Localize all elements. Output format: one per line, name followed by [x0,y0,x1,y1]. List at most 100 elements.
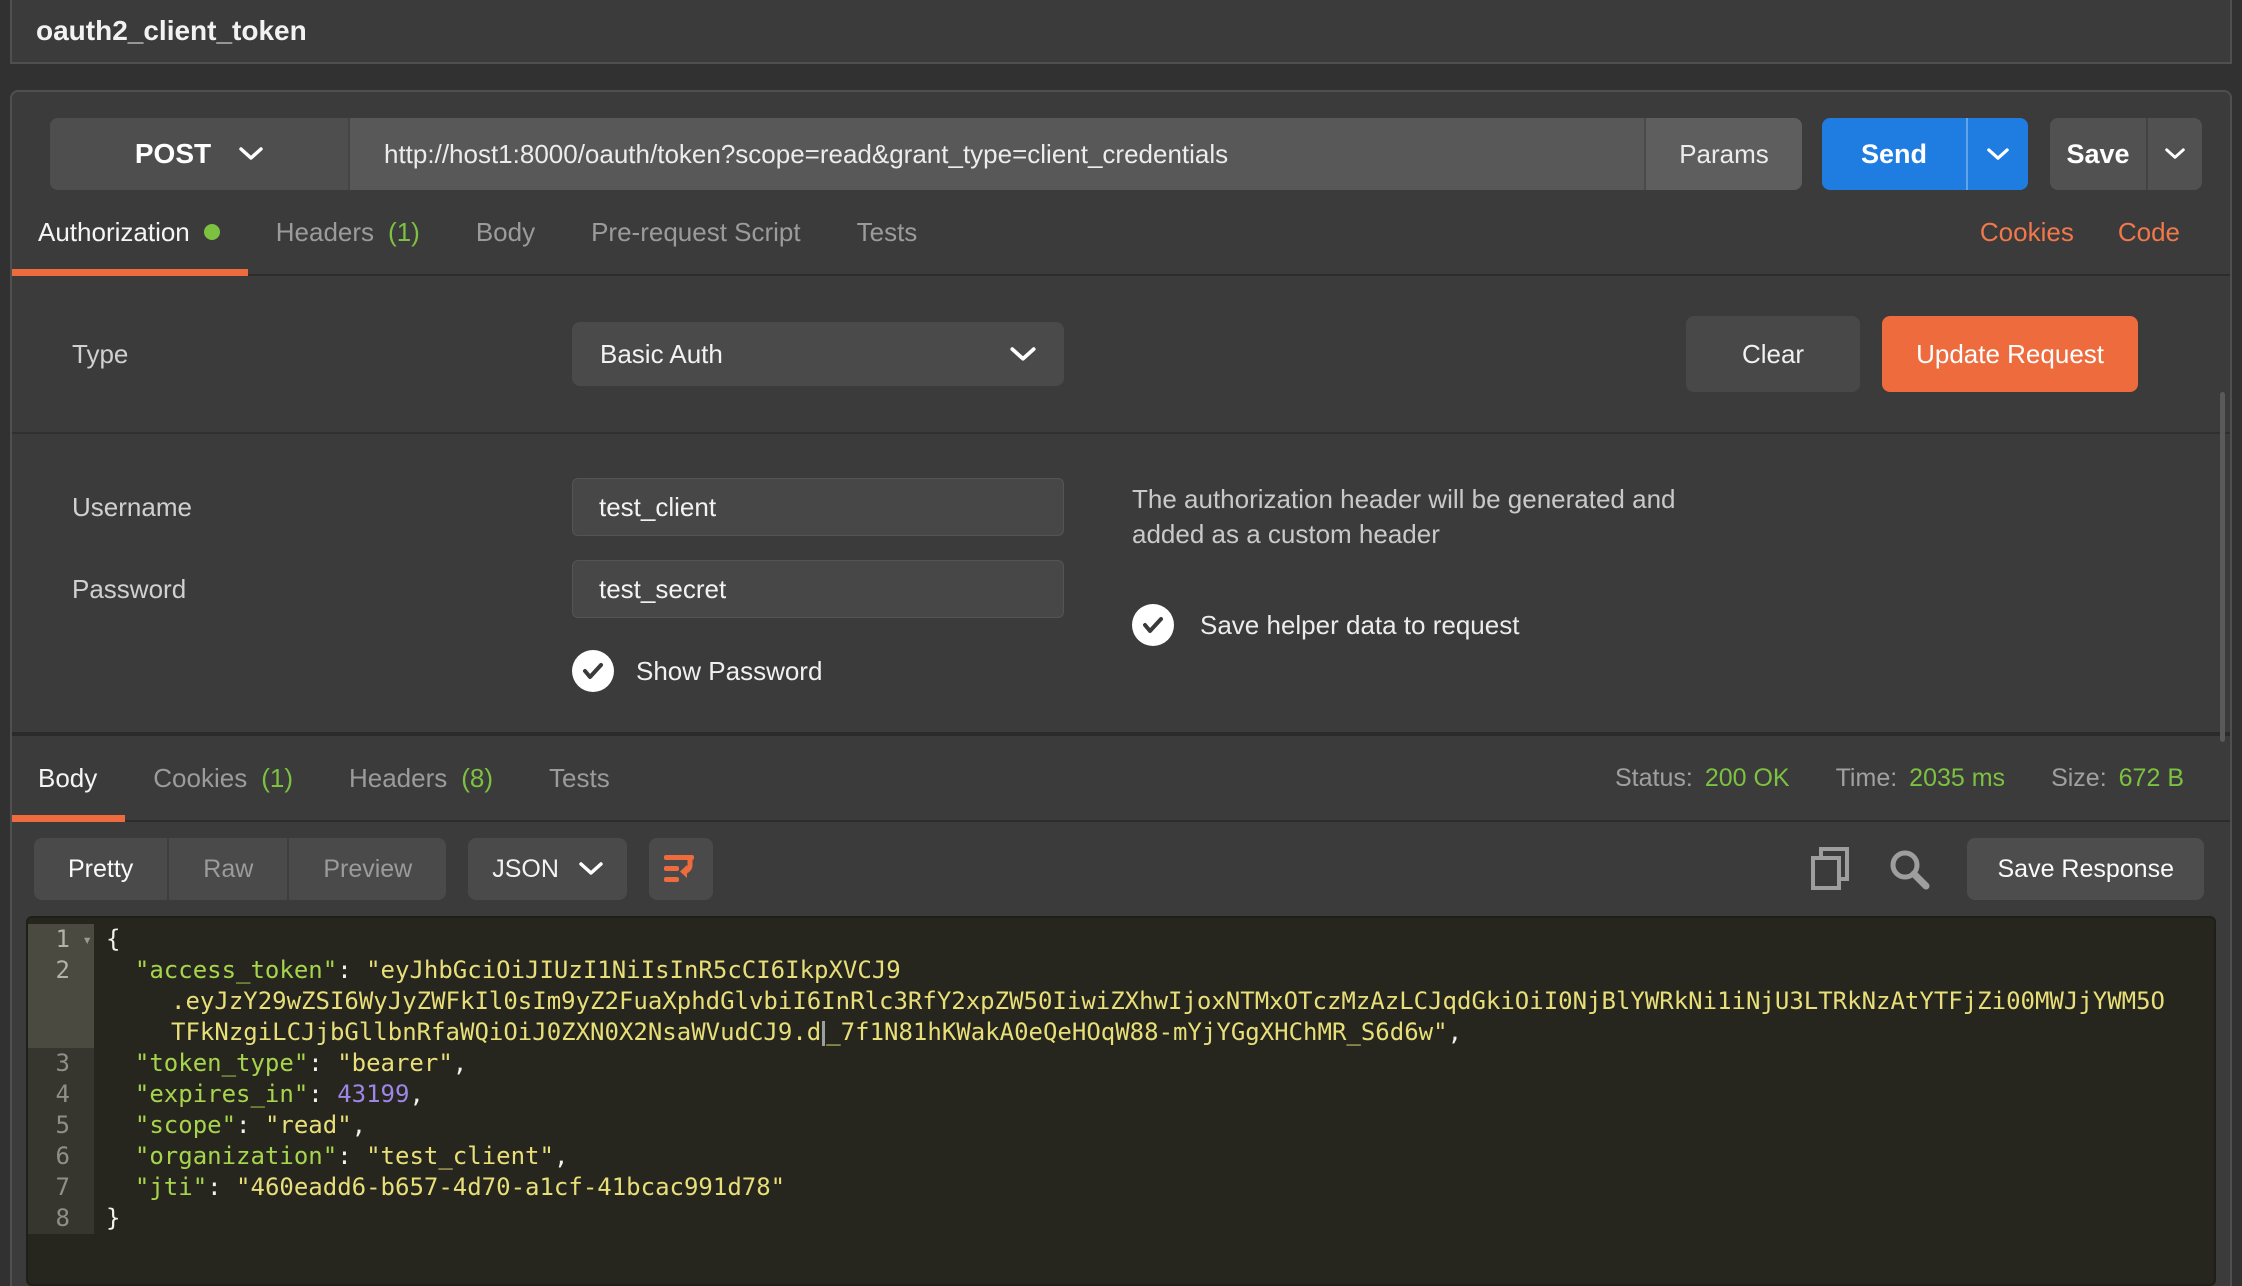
tab-headers[interactable]: Headers (1) [248,190,448,274]
save-button[interactable]: Save [2050,118,2146,190]
auth-type-value: Basic Auth [600,339,723,370]
code-line: 6"organization": "test_client", [28,1141,2214,1172]
code-link[interactable]: Code [2118,217,2180,248]
show-password-label: Show Password [636,656,822,687]
tab-count: (8) [461,763,493,794]
size-label: Size: [2051,764,2107,793]
view-raw-button[interactable]: Raw [169,838,289,900]
auth-configured-dot [204,224,220,240]
request-titlebar: oauth2_client_token [10,0,2232,64]
spacer [638,736,1615,820]
response-body-code[interactable]: 1▾{2"access_token": "eyJhbGciOiJIUzI1NiI… [26,916,2216,1286]
response-tab-body[interactable]: Body [24,736,125,820]
method-dropdown[interactable]: POST [50,118,350,190]
line-number-gutter: 6 [28,1141,94,1172]
tab-authorization[interactable]: Authorization [24,190,248,274]
tab-count: (1) [261,763,293,794]
line-number-gutter: 2 [28,955,94,986]
chevron-down-icon [2165,148,2185,160]
tab-pre-request-script[interactable]: Pre-request Script [563,190,829,274]
url-input[interactable] [350,118,1644,190]
code-line: 5"scope": "read", [28,1110,2214,1141]
view-preview-button[interactable]: Preview [289,838,446,900]
response-status-group: Status: 200 OK Time: 2035 ms Size: 672 B [1615,736,2184,820]
params-button[interactable]: Params [1644,118,1802,190]
password-label: Password [72,574,572,605]
save-options-button[interactable] [2146,118,2202,190]
line-number-gutter [28,1017,94,1048]
response-tab-cookies[interactable]: Cookies (1) [125,736,321,820]
type-label: Type [72,339,572,370]
code-line: 2"access_token": "eyJhbGciOiJIUzI1NiIsIn… [28,955,2214,986]
line-number-gutter: 1▾ [28,924,94,955]
view-raw-label: Raw [203,855,253,884]
response-tab-headers[interactable]: Headers (8) [321,736,521,820]
update-request-label: Update Request [1916,339,2104,370]
chevron-down-icon [239,147,263,161]
format-dropdown[interactable]: JSON [468,838,627,900]
tab-tests[interactable]: Tests [829,190,946,274]
chevron-down-icon [579,862,603,876]
save-helper-label: Save helper data to request [1200,610,1519,641]
save-helper-row: Save helper data to request [1132,604,2202,646]
send-button[interactable]: Send [1822,118,1966,190]
tab-links: Cookies Code [1980,190,2180,274]
params-label: Params [1679,139,1769,170]
cookies-link[interactable]: Cookies [1980,217,2074,248]
check-icon [582,662,604,680]
tab-label: Body [476,217,535,248]
scrollbar-thumb[interactable] [2220,392,2225,742]
view-pretty-button[interactable]: Pretty [34,838,169,900]
tab-body[interactable]: Body [448,190,563,274]
request-bar: POST Params Send Save [50,118,2202,190]
request-title: oauth2_client_token [36,15,307,47]
line-number-gutter: 4 [28,1079,94,1110]
send-button-group: Send [1822,118,2028,190]
username-label: Username [72,492,572,523]
format-value: JSON [492,855,559,884]
copy-button[interactable] [1809,846,1851,892]
clear-label: Clear [1742,339,1804,370]
helper-note-line1: The authorization header will be generat… [1132,482,2202,517]
code-line: TFkNzgiLCJjbGllbnRfaWQiOiJ0ZXN0X2NsaWVud… [28,1017,2214,1048]
response-tab-tests[interactable]: Tests [521,736,638,820]
auth-helper-column: The authorization header will be generat… [1132,478,2202,692]
code-line: 7"jti": "460eadd6-b657-4d70-a1cf-41bcac9… [28,1172,2214,1203]
auth-type-row: Type Basic Auth Clear Update Request [12,276,2230,434]
request-builder-panel: POST Params Send Save [10,90,2232,1286]
status-label: Status: [1615,764,1693,793]
show-password-checkbox[interactable] [572,650,614,692]
search-icon [1887,847,1931,891]
response-tabs: Body Cookies (1) Headers (8) Tests Statu… [12,736,2230,822]
search-button[interactable] [1887,847,1931,891]
response-toolbar: Pretty Raw Preview JSON [12,822,2230,916]
response-section: Body Cookies (1) Headers (8) Tests Statu… [12,732,2230,1286]
code-line: .eyJzY29wZSI6WyJyZWFkIl0sIm9yZ2FuaXphdGl… [28,986,2214,1017]
line-number-gutter: 8 [28,1203,94,1234]
password-field[interactable] [572,560,1064,618]
send-options-button[interactable] [1966,118,2028,190]
auth-credentials-section: Username Password Show Password The auth… [12,434,2230,732]
save-response-button[interactable]: Save Response [1967,838,2204,900]
chevron-down-icon [1010,347,1036,362]
chevron-down-icon [1987,148,2009,161]
credentials-form: Username Password Show Password [72,478,1132,692]
size-value: 672 B [2119,764,2184,793]
tab-label: Authorization [38,217,190,248]
code-line: 8} [28,1203,2214,1234]
line-number-gutter: 3 [28,1048,94,1079]
wrap-text-button[interactable] [649,838,713,900]
fold-caret-icon[interactable]: ▾ [82,924,92,955]
spacer [945,190,1980,274]
copy-icon [1809,846,1851,892]
auth-type-select[interactable]: Basic Auth [572,322,1064,386]
status-value: 200 OK [1705,764,1790,793]
helper-note-line2: added as a custom header [1132,517,2202,552]
clear-button[interactable]: Clear [1686,316,1860,392]
wrap-text-icon [662,852,700,886]
update-request-button[interactable]: Update Request [1882,316,2138,392]
tab-count: (1) [388,217,420,248]
code-line: 3"token_type": "bearer", [28,1048,2214,1079]
username-field[interactable] [572,478,1064,536]
save-helper-checkbox[interactable] [1132,604,1174,646]
